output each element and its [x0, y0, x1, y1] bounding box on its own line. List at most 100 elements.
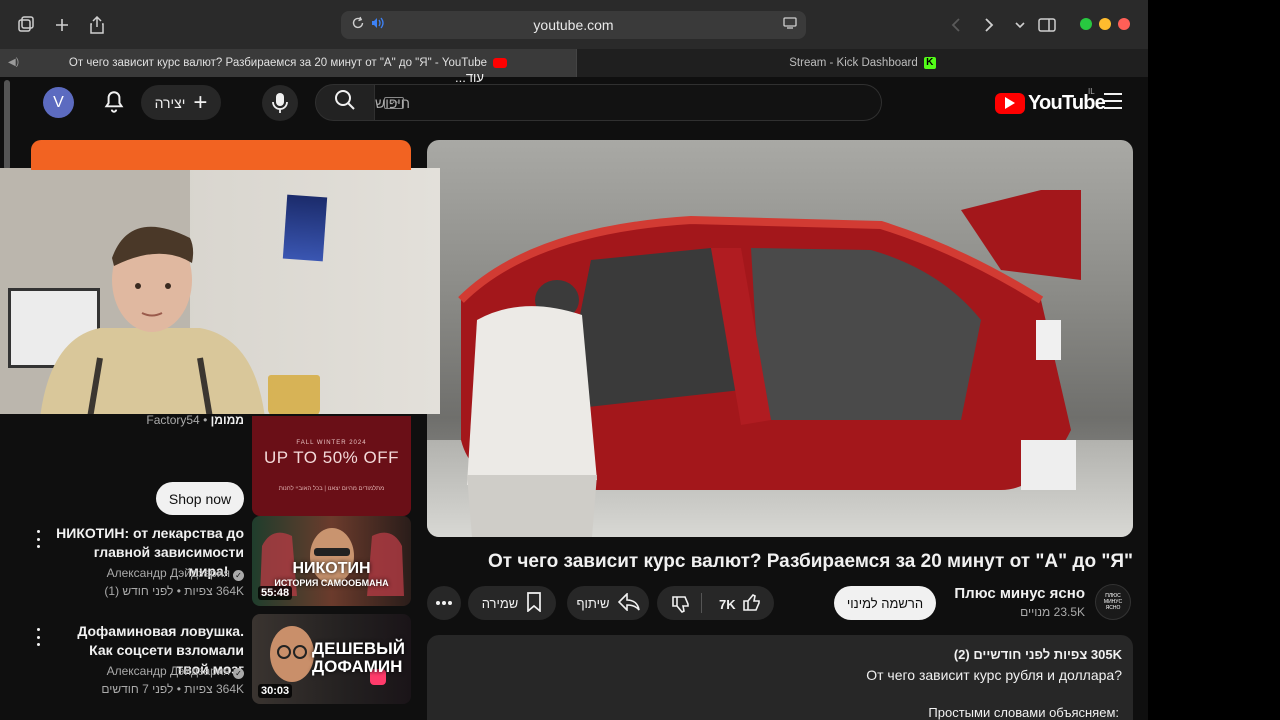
worker-image — [467, 280, 597, 537]
youtube-logo[interactable]: YouTube IL — [995, 87, 1106, 115]
ad-banner[interactable] — [31, 140, 411, 170]
suggestion-channel[interactable]: Александр Дэйдзария ✓ — [54, 664, 244, 679]
plus-icon: + — [193, 88, 208, 116]
create-button[interactable]: יצירה + — [141, 85, 221, 120]
hamburger-menu-icon[interactable] — [1104, 93, 1124, 111]
tea-glass-image — [268, 375, 320, 414]
description-stats: 305K צפיות לפני חודשיים (2) — [953, 647, 1122, 662]
url-text: youtube.com — [533, 17, 614, 33]
tab-title: Stream - Kick Dashboard — [789, 57, 918, 69]
video-player[interactable] — [427, 140, 1133, 537]
suggestion-meta: 364K צפיות • לפני 7 חודשים — [101, 682, 244, 696]
ad-thumbnail[interactable]: FALL WINTER 2024 UP TO 50% OFF מתלמודים … — [252, 416, 411, 516]
search-button[interactable] — [315, 84, 375, 121]
suggestion-thumbnail[interactable]: ДЕШЕВЫЙ ДОФАМИН 30:03 — [252, 614, 411, 704]
search-input[interactable]: חיפוש — [375, 84, 882, 121]
speaker-icon[interactable]: ◀︎) — [8, 57, 19, 68]
suggestion-thumbnail[interactable]: НИКОТИН ИСТОРИЯ САМООБМАНА 55:48 — [252, 516, 411, 606]
suggestion-meta: 364K צפיות • לפני חודש (1) — [104, 584, 244, 598]
chevron-right-icon[interactable] — [976, 12, 1002, 38]
ad-advertiser: Factory54 — [146, 413, 200, 427]
share-arrow-icon — [617, 591, 640, 614]
scrollbar[interactable] — [4, 80, 10, 170]
browser-chrome: youtube.com ◀︎) От чего зависит курс вал… — [0, 0, 1148, 77]
chevron-down-icon[interactable] — [1007, 12, 1033, 38]
like-button[interactable]: 7K — [719, 593, 762, 616]
window-zoom-button[interactable] — [1080, 18, 1092, 30]
tab-bar: ◀︎) От чего зависит курс валют? Разбирае… — [0, 49, 1148, 77]
thumbnail-title: ДЕШЕВЫЙ ДОФАМИН — [312, 639, 406, 676]
address-bar[interactable]: youtube.com — [341, 11, 806, 39]
avatar-letter: V — [53, 93, 64, 111]
new-tab-plus-icon[interactable] — [49, 12, 75, 38]
search-icon — [334, 89, 356, 116]
list-item[interactable]: Дофаминовая ловушка. Как соцсети взломал… — [30, 614, 411, 712]
share-button[interactable]: שיתוף — [567, 586, 649, 620]
subscribe-button[interactable]: הרשמה למינוי — [834, 586, 936, 620]
channel-avatar[interactable]: ПЛЮС МИНУС ЯСНО — [1095, 584, 1131, 620]
browser-toolbar: youtube.com — [0, 0, 1148, 49]
verified-icon: ✓ — [233, 668, 244, 679]
verified-icon: ✓ — [233, 570, 244, 581]
ad-thumb-season: FALL WINTER 2024 — [296, 440, 367, 446]
sidebar-icon[interactable] — [13, 12, 39, 38]
thumbnail-text: НИКОТИН ИСТОРИЯ САМООБМАНА — [260, 560, 403, 588]
duration-badge: 30:03 — [258, 684, 293, 698]
subscribe-label: הרשמה למינוי — [846, 595, 924, 611]
shop-now-label: Shop now — [168, 490, 232, 507]
channel-name: Александр Дэйдзария — [106, 664, 230, 678]
reload-icon[interactable] — [349, 16, 367, 34]
suggestion-channel[interactable]: Александр Дэйдзария ✓ — [54, 566, 244, 581]
save-label: שמירה — [481, 595, 519, 611]
tab-youtube[interactable]: ◀︎) От чего зависит курс валют? Разбирае… — [0, 49, 576, 77]
bell-icon[interactable] — [101, 89, 127, 115]
kick-favicon-icon: K — [923, 57, 936, 69]
dislike-icon[interactable] — [671, 594, 691, 617]
channel-logo-text: ПЛЮС МИНУС ЯСНО — [1103, 593, 1123, 611]
divider — [701, 593, 702, 613]
more-options-icon[interactable] — [34, 628, 42, 646]
shop-now-button[interactable]: Shop now — [156, 482, 244, 515]
streamer-image — [40, 226, 265, 414]
desktop-background — [1148, 0, 1280, 720]
avatar[interactable]: V — [43, 87, 74, 118]
window-minimize-button[interactable] — [1099, 18, 1111, 30]
create-label: יצירה — [154, 94, 186, 111]
video-title: От чего зависит курс валют? Разбираемся … — [488, 551, 1133, 572]
reader-icon[interactable] — [782, 17, 798, 33]
ad-thumb-offer: UP TO 50% OFF — [264, 448, 399, 467]
youtube-favicon-icon — [493, 58, 508, 68]
play-icon — [995, 92, 1025, 114]
split-view-icon[interactable] — [1034, 12, 1060, 38]
like-dislike-group: 7K — [657, 586, 774, 620]
more-options-icon[interactable] — [34, 530, 42, 548]
poster-image — [282, 194, 328, 262]
microphone-icon[interactable] — [262, 85, 298, 121]
more-actions-icon[interactable] — [427, 586, 461, 620]
chevron-left-icon[interactable] — [943, 12, 969, 38]
duration-badge: 55:48 — [258, 586, 293, 600]
webcam-overlay — [0, 168, 440, 414]
share-label: שיתוף — [576, 595, 610, 611]
window-close-button[interactable] — [1118, 18, 1130, 30]
ad-source: Factory54 • ממומן — [146, 413, 244, 427]
description-line: Простыми словами объясняем: — [928, 705, 1119, 720]
description-line: От чего зависит курс рубля и доллара? — [866, 667, 1122, 683]
like-count: 7K — [719, 597, 736, 612]
tab-title: От чего зависит курс валют? Разбираемся … — [68, 57, 488, 69]
keyboard-icon[interactable]: ▪▪▪ — [384, 97, 404, 109]
tab-kick[interactable]: Stream - Kick Dashboard K — [576, 49, 1148, 77]
save-button[interactable]: שמירה — [468, 586, 556, 620]
channel-name: Александр Дэйдзария — [106, 566, 230, 580]
ad-thumb-note: מתלמודים מהיום יצאנו | בכל האוביי לחנות — [278, 486, 385, 492]
share-icon[interactable] — [84, 12, 110, 38]
show-more-link[interactable]: ...עוד — [455, 70, 484, 85]
like-icon — [742, 593, 762, 616]
list-item[interactable]: НИКОТИН: от лекарства до главной зависим… — [30, 516, 411, 614]
bookmark-icon — [526, 591, 542, 615]
audio-playing-icon[interactable] — [369, 17, 385, 33]
country-code: IL — [1088, 87, 1095, 96]
sponsored-label: ממומן — [210, 413, 244, 427]
description-panel[interactable]: 305K צפיות לפני חודשיים (2) От чего зави… — [427, 635, 1133, 720]
thumbnail-title: НИКОТИН — [292, 560, 371, 577]
